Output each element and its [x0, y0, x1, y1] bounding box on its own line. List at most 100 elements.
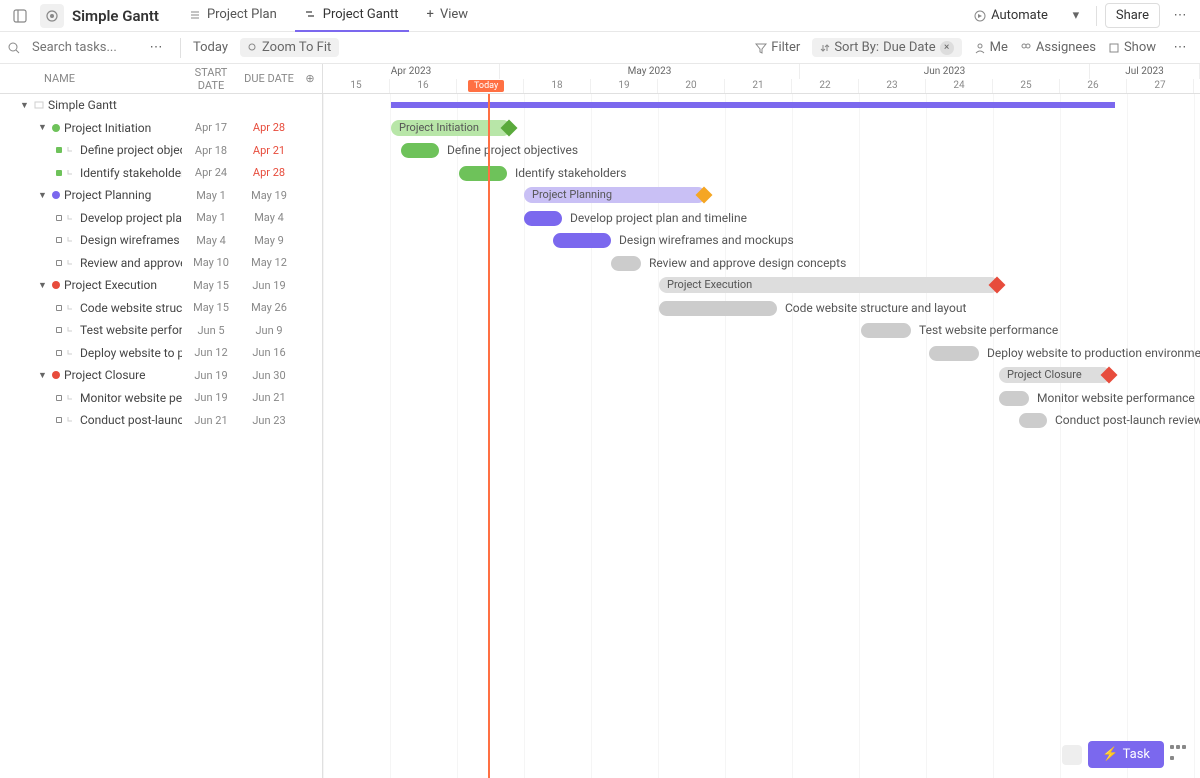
- task-row[interactable]: Design wireframes and mockupsMay 4May 9: [0, 229, 322, 252]
- task-name: Identify stakeholders: [80, 166, 182, 180]
- today-button[interactable]: Today: [193, 40, 228, 55]
- bar-label: Define project objectives: [447, 143, 578, 158]
- task-bullet: [56, 260, 62, 266]
- caret-icon[interactable]: ▼: [20, 100, 30, 111]
- task-start-date: May 15: [182, 301, 240, 314]
- task-bar[interactable]: Deploy website to production environment: [929, 346, 979, 361]
- task-row[interactable]: Identify stakeholdersApr 24Apr 28: [0, 162, 322, 185]
- task-bar[interactable]: Design wireframes and mockups: [553, 233, 611, 248]
- lightning-icon: ⚡: [1102, 747, 1118, 762]
- task-bar[interactable]: Test website performance: [861, 323, 911, 338]
- task-row[interactable]: ▼Project PlanningMay 1May 19: [0, 184, 322, 207]
- group-bar[interactable]: Project Planning: [524, 187, 706, 203]
- me-button[interactable]: Me: [974, 40, 1008, 55]
- caret-icon[interactable]: ▼: [38, 122, 48, 133]
- task-bullet: [56, 305, 62, 311]
- view-add-button[interactable]: + View: [417, 0, 479, 32]
- caret-icon[interactable]: ▼: [38, 190, 48, 201]
- task-bar[interactable]: Review and approve design concepts: [611, 256, 641, 271]
- apps-icon[interactable]: [1170, 745, 1190, 765]
- caret-icon[interactable]: ▼: [38, 280, 48, 291]
- bar-label: Project Planning: [532, 187, 612, 203]
- day-header: 23: [859, 79, 926, 94]
- task-row[interactable]: ▼Project ExecutionMay 15Jun 19: [0, 274, 322, 297]
- quick-action-button[interactable]: [1062, 745, 1082, 765]
- more-toolbar-icon[interactable]: ⋯: [1168, 36, 1192, 60]
- summary-bar[interactable]: [391, 102, 1115, 108]
- task-bullet: [56, 147, 62, 153]
- divider: [180, 38, 181, 58]
- task-row[interactable]: Monitor website performanceJun 19Jun 21: [0, 387, 322, 410]
- add-column-button[interactable]: ⊕: [298, 72, 322, 85]
- gantt-bar-row: Project Closure: [323, 364, 1200, 387]
- share-button[interactable]: Share: [1105, 3, 1160, 28]
- show-button[interactable]: Show: [1108, 40, 1156, 55]
- task-row[interactable]: Test website performanceJun 5Jun 9: [0, 319, 322, 342]
- chevron-down-icon[interactable]: ▾: [1064, 4, 1088, 28]
- status-dot: [52, 124, 60, 132]
- bar-label: Conduct post-launch review: [1055, 413, 1200, 428]
- search-input[interactable]: [32, 40, 132, 55]
- task-bar[interactable]: Code website structure and layout: [659, 301, 777, 316]
- task-bar[interactable]: Identify stakeholders: [459, 166, 507, 181]
- task-start-date: Apr 24: [182, 166, 240, 179]
- day-header: 22: [792, 79, 859, 94]
- task-name: Conduct post-launch review: [80, 413, 182, 427]
- gantt-bar-row: Project Planning: [323, 184, 1200, 207]
- day-header: 19: [591, 79, 658, 94]
- task-bar[interactable]: Conduct post-launch review: [1019, 413, 1047, 428]
- gantt-bar-row: Monitor website performance: [323, 387, 1200, 410]
- group-bar[interactable]: Project Closure: [999, 367, 1111, 383]
- task-row[interactable]: ▼Project ClosureJun 19Jun 30: [0, 364, 322, 387]
- subtask-icon: [66, 145, 76, 155]
- filter-button[interactable]: Filter: [755, 40, 800, 55]
- day-header: 25: [993, 79, 1060, 94]
- zoom-to-fit-button[interactable]: Zoom To Fit: [240, 38, 339, 57]
- caret-icon[interactable]: ▼: [38, 370, 48, 381]
- task-start-date: Apr 18: [182, 144, 240, 157]
- bar-label: Design wireframes and mockups: [619, 233, 794, 248]
- task-bar[interactable]: Develop project plan and timeline: [524, 211, 562, 226]
- task-due-date: May 12: [240, 256, 298, 269]
- task-bullet: [56, 327, 62, 333]
- status-dot: [52, 281, 60, 289]
- automate-button[interactable]: Automate: [965, 4, 1056, 27]
- task-row[interactable]: Code website structure and layoutMay 15M…: [0, 297, 322, 320]
- month-header: Apr 2023: [323, 64, 500, 79]
- group-bar[interactable]: Project Execution: [659, 277, 999, 293]
- task-row[interactable]: ▼ Simple Gantt: [0, 94, 322, 117]
- more-search-icon[interactable]: ⋯: [144, 36, 168, 60]
- task-row[interactable]: Review and approve design conceptsMay 10…: [0, 252, 322, 275]
- task-row[interactable]: Conduct post-launch reviewJun 21Jun 23: [0, 409, 322, 432]
- new-task-button[interactable]: ⚡ Task: [1088, 741, 1164, 768]
- subtask-icon: [66, 235, 76, 245]
- tab-project-gantt[interactable]: Project Gantt: [295, 0, 409, 32]
- sidebar-toggle-icon[interactable]: [8, 4, 32, 28]
- tab-project-plan[interactable]: Project Plan: [179, 0, 287, 32]
- task-row[interactable]: Deploy website to production environment…: [0, 342, 322, 365]
- task-due-date: Jun 21: [240, 391, 298, 404]
- more-icon[interactable]: ⋯: [1168, 4, 1192, 28]
- status-dot: [52, 371, 60, 379]
- task-row[interactable]: Define project objectivesApr 18Apr 21: [0, 139, 322, 162]
- sort-chip[interactable]: Sort By: Due Date ×: [812, 38, 961, 57]
- month-header: Jun 2023: [800, 64, 1090, 79]
- task-row[interactable]: ▼Project InitiationApr 17Apr 28: [0, 117, 322, 140]
- task-bar[interactable]: Define project objectives: [401, 143, 439, 158]
- subtask-icon: [66, 393, 76, 403]
- task-bar[interactable]: Monitor website performance: [999, 391, 1029, 406]
- day-header: 24: [926, 79, 993, 94]
- subtask-icon: [66, 415, 76, 425]
- task-name: Simple Gantt: [48, 98, 117, 112]
- bar-label: Monitor website performance: [1037, 391, 1195, 406]
- col-due: Due Date: [240, 72, 298, 85]
- task-row[interactable]: Develop project plan and timelineMay 1Ma…: [0, 207, 322, 230]
- assignees-button[interactable]: Assignees: [1020, 40, 1096, 55]
- group-bar[interactable]: Project Initiation: [391, 120, 511, 136]
- gantt-icon: [305, 9, 317, 21]
- clear-sort-icon[interactable]: ×: [940, 41, 954, 55]
- task-name: Project Execution: [64, 278, 157, 292]
- gantt-bar-row: Project Execution: [323, 274, 1200, 297]
- bar-label: Project Initiation: [399, 120, 479, 136]
- gantt-bar-row: Project Initiation: [323, 117, 1200, 140]
